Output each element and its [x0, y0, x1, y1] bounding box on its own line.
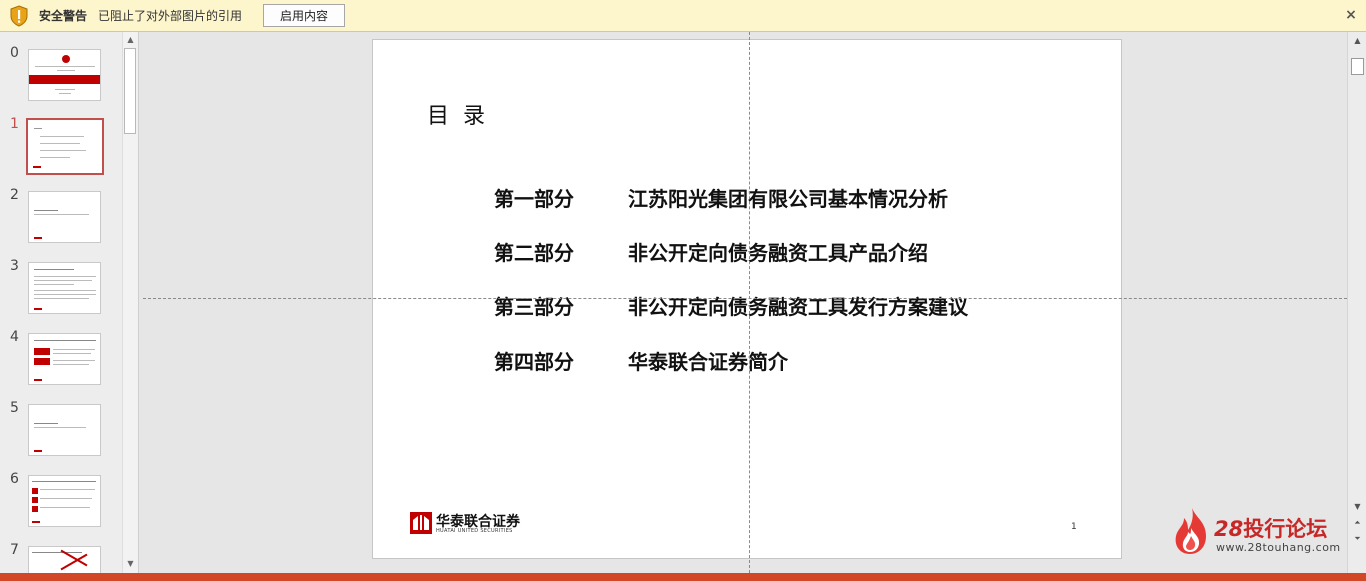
toc-part-title[interactable]: 华泰联合证券简介: [628, 346, 788, 375]
slide-thumbnail-2[interactable]: [28, 191, 101, 243]
security-warning-bar: 安全警告 已阻止了对外部图片的引用 启用内容 ×: [0, 0, 1366, 32]
slide-thumbnail-7[interactable]: [28, 546, 101, 573]
slide-thumbnail-3[interactable]: [28, 262, 101, 314]
scroll-down-icon[interactable]: ▼: [123, 556, 138, 571]
slide-page-number: 1: [1071, 522, 1077, 532]
horizontal-guide-line[interactable]: [143, 298, 1347, 299]
thumbnail-number: 1: [10, 116, 19, 132]
slide-canvas[interactable]: 目录 第一部分 江苏阳光集团有限公司基本情况分析 第二部分 非公开定向债务融资工…: [372, 39, 1122, 559]
close-warning-icon[interactable]: ×: [1343, 6, 1359, 24]
thumbnail-number: 7: [10, 542, 19, 558]
watermark-number: 28: [1214, 517, 1244, 541]
slide-thumbnail-4[interactable]: [28, 333, 101, 385]
shield-warning-icon: [10, 5, 28, 27]
warning-title: 安全警告: [39, 9, 88, 23]
flame-logo-icon: [1175, 508, 1206, 554]
thumbnail-number: 3: [10, 258, 19, 274]
slide-thumbnail-5[interactable]: [28, 404, 101, 456]
watermark-title: 28投行论坛: [1214, 513, 1327, 543]
toc-part-title[interactable]: 江苏阳光集团有限公司基本情况分析: [628, 183, 948, 212]
toc-part-label[interactable]: 第二部分: [494, 237, 574, 266]
toc-part-label[interactable]: 第一部分: [494, 183, 574, 212]
toc-part-title[interactable]: 非公开定向债务融资工具产品介绍: [628, 237, 928, 266]
scroll-down-icon[interactable]: ▼: [1350, 500, 1365, 514]
status-bar: [0, 573, 1366, 581]
huatai-logo-icon: [410, 512, 432, 534]
toc-part-label[interactable]: 第四部分: [494, 346, 574, 375]
scroll-thumb[interactable]: [1351, 58, 1364, 75]
slide-thumbnail-0[interactable]: [28, 49, 101, 101]
previous-slide-icon[interactable]: ⏶: [1350, 516, 1365, 530]
slide-thumbnail-panel: 0 1 2 3 4 5 6 7 ▲ ▼: [0, 32, 139, 573]
editor-vertical-scrollbar[interactable]: ▲ ▼ ⏶ ⏷: [1347, 32, 1366, 573]
scroll-up-icon[interactable]: ▲: [1350, 34, 1365, 48]
slide-thumbnail-6[interactable]: [28, 475, 101, 527]
thumbnail-number: 6: [10, 471, 19, 487]
thumbnail-scrollbar[interactable]: ▲ ▼: [122, 32, 138, 573]
scroll-thumb[interactable]: [124, 48, 136, 134]
slide-thumbnail-1[interactable]: [26, 118, 104, 175]
enable-content-button[interactable]: 启用内容: [263, 4, 345, 27]
scroll-up-icon[interactable]: ▲: [123, 32, 138, 47]
thumbnail-number: 5: [10, 400, 19, 416]
watermark-url: www.28touhang.com: [1216, 541, 1341, 554]
vertical-guide-line[interactable]: [749, 32, 750, 573]
logo-company-name-en: HUATAI UNITED SECURITIES: [436, 528, 513, 534]
toc-part-title[interactable]: 非公开定向债务融资工具发行方案建议: [628, 291, 968, 320]
watermark-name: 投行论坛: [1243, 517, 1328, 541]
slide-title[interactable]: 目录: [427, 98, 499, 130]
next-slide-icon[interactable]: ⏷: [1350, 532, 1365, 546]
thumbnail-number: 0: [10, 45, 19, 61]
thumbnail-number: 4: [10, 329, 19, 345]
thumbnail-number: 2: [10, 187, 19, 203]
warning-message: 已阻止了对外部图片的引用: [98, 9, 243, 23]
toc-part-label[interactable]: 第三部分: [494, 291, 574, 320]
